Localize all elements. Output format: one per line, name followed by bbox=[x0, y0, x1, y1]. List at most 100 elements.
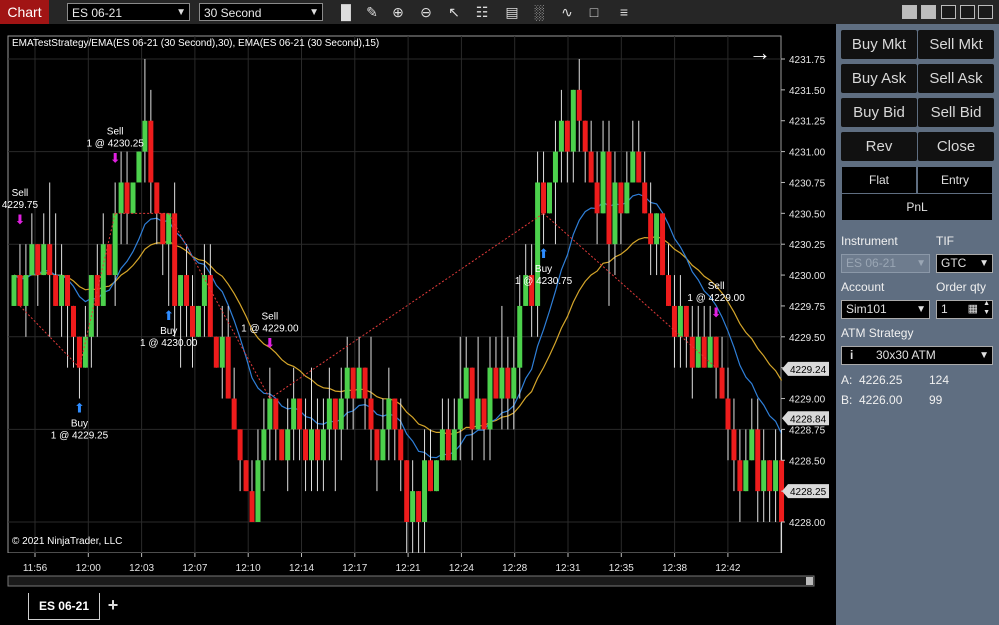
sell-market-button[interactable]: Sell Mkt bbox=[918, 30, 994, 59]
buy-ask-button[interactable]: Buy Ask bbox=[841, 64, 917, 93]
price-tick-label: 4231.50 bbox=[789, 86, 826, 97]
price-tick-label: 4229.75 bbox=[789, 302, 826, 313]
time-tick-label: 11:56 bbox=[23, 563, 48, 574]
candle-body bbox=[154, 182, 160, 214]
candle-body bbox=[172, 213, 178, 306]
indicators-icon[interactable]: ░ bbox=[529, 3, 549, 21]
price-tick-label: 4230.00 bbox=[789, 271, 826, 282]
sell-signal-label: Sell bbox=[262, 312, 279, 323]
calculator-icon[interactable]: ▦ bbox=[968, 301, 978, 318]
bid-size: 99 bbox=[929, 393, 943, 407]
atm-strategy-select[interactable]: i 30x30 ATM ▼ bbox=[841, 346, 993, 365]
instrument-selector[interactable]: ES 06-21 ▼ bbox=[67, 3, 190, 21]
horizontal-scrollbar[interactable] bbox=[7, 575, 815, 587]
strategies-icon[interactable]: ∿ bbox=[557, 3, 577, 21]
sell-signal-price: 1 @ 4230.25 bbox=[86, 138, 144, 149]
sell-signal-price: 1 @ 4229.00 bbox=[241, 324, 299, 335]
candle-body bbox=[725, 398, 731, 430]
price-tick-label: 4230.50 bbox=[789, 209, 826, 220]
time-tick-label: 12:42 bbox=[715, 563, 740, 574]
candle-body bbox=[320, 429, 326, 461]
sell-arrow-icon: ⬇ bbox=[110, 150, 121, 165]
candle-body bbox=[267, 398, 273, 430]
candle-body bbox=[207, 275, 213, 337]
buy-market-button[interactable]: Buy Mkt bbox=[841, 30, 917, 59]
candle-body bbox=[94, 275, 100, 306]
account-select[interactable]: Sim101 ▼ bbox=[841, 300, 930, 319]
price-marker-label: 4228.84 bbox=[790, 414, 827, 425]
candle-body bbox=[285, 429, 291, 461]
group-window-icon[interactable] bbox=[921, 5, 936, 19]
candle-body bbox=[35, 244, 41, 276]
zoom-out-icon[interactable]: ⊖ bbox=[416, 3, 436, 21]
scrollbar-thumb[interactable] bbox=[806, 577, 813, 585]
interval-selector[interactable]: 30 Second ▼ bbox=[199, 3, 323, 21]
candle-body bbox=[326, 398, 332, 430]
price-tick-label: 4228.50 bbox=[789, 456, 826, 467]
time-tick-label: 12:14 bbox=[289, 563, 314, 574]
candle-body bbox=[445, 429, 451, 461]
time-tick-label: 12:17 bbox=[342, 563, 367, 574]
price-chart[interactable]: ⬇Sell4229.75⬆Buy1 @ 4229.25⬇Sell1 @ 4230… bbox=[0, 24, 836, 591]
candle-body bbox=[767, 460, 773, 492]
buy-signal-price: 1 @ 4229.25 bbox=[51, 431, 109, 442]
candle-body bbox=[648, 213, 654, 245]
price-tick-label: 4228.75 bbox=[789, 425, 826, 436]
candle-body bbox=[404, 460, 410, 522]
buy-signal-label: Buy bbox=[160, 326, 177, 337]
zoom-in-icon[interactable]: ⊕ bbox=[388, 3, 408, 21]
chart-panel[interactable]: ⬇ Sell 4229.75 ⬆ Buy 1 @ 4229.25 ⬇ Sell 1 @ 4230… bbox=[0, 24, 836, 591]
chart-menu-button[interactable]: Chart bbox=[0, 0, 49, 24]
candle-body bbox=[666, 275, 671, 306]
candle-body bbox=[231, 398, 237, 430]
candle-body bbox=[541, 182, 547, 214]
candle-body bbox=[160, 213, 166, 245]
buy-signal-label: Buy bbox=[71, 419, 88, 430]
buy-bid-button[interactable]: Buy Bid bbox=[841, 98, 917, 127]
price-tick-label: 4231.00 bbox=[789, 148, 826, 159]
candle-body bbox=[671, 305, 677, 337]
sell-signal-price: 4229.75 bbox=[2, 200, 39, 211]
close-icon[interactable] bbox=[978, 5, 993, 19]
candle-body bbox=[713, 336, 719, 368]
scroll-to-latest-arrow-icon[interactable]: → bbox=[749, 40, 771, 65]
candle-body bbox=[410, 491, 416, 522]
info-icon[interactable]: i bbox=[850, 347, 853, 364]
atm-strategy-label: ATM Strategy bbox=[841, 326, 914, 340]
position-status: Flat bbox=[842, 167, 916, 193]
drawing-pencil-icon[interactable]: ✎ bbox=[362, 3, 382, 21]
candle-body bbox=[433, 460, 439, 492]
order-qty-stepper[interactable]: 1 ▦ ▲ ▼ bbox=[936, 300, 993, 319]
tif-select[interactable]: GTC ▼ bbox=[936, 254, 993, 273]
templates-icon[interactable]: ▤ bbox=[502, 3, 522, 21]
candle-body bbox=[386, 398, 392, 430]
candle-body bbox=[422, 460, 428, 522]
pointer-icon[interactable]: ↖ bbox=[444, 3, 464, 21]
time-tick-label: 12:38 bbox=[662, 563, 687, 574]
close-position-button[interactable]: Close bbox=[918, 132, 994, 161]
time-tick-label: 12:24 bbox=[449, 563, 474, 574]
account-label: Account bbox=[841, 280, 885, 294]
sell-ask-button[interactable]: Sell Ask bbox=[918, 64, 994, 93]
chart-trader-icon[interactable]: □ bbox=[584, 3, 604, 21]
indicator-label: EMATestStrategy/EMA(ES 06-21 (30 Second)… bbox=[12, 38, 379, 49]
candle-body bbox=[279, 429, 285, 461]
price-tick-label: 4231.75 bbox=[789, 55, 826, 66]
candle-body bbox=[362, 367, 368, 399]
maximize-icon[interactable] bbox=[960, 5, 975, 19]
data-series-icon[interactable]: ≡ bbox=[614, 3, 634, 21]
link-window-icon[interactable] bbox=[902, 5, 917, 19]
minimize-icon[interactable] bbox=[941, 5, 956, 19]
properties-icon[interactable]: ☷ bbox=[472, 3, 492, 21]
candle-body bbox=[47, 244, 53, 276]
reverse-button[interactable]: Rev bbox=[841, 132, 917, 161]
sell-bid-button[interactable]: Sell Bid bbox=[918, 98, 994, 127]
bar-style-icon[interactable]: █ bbox=[336, 3, 356, 21]
candle-body bbox=[606, 151, 612, 245]
candle-body bbox=[392, 398, 398, 430]
stepper-arrows-icon[interactable]: ▲ ▼ bbox=[983, 299, 990, 317]
candle-body bbox=[689, 336, 695, 368]
candle-body bbox=[398, 429, 404, 461]
tab-es-06-21[interactable]: ES 06-21 bbox=[28, 593, 100, 620]
add-tab-icon[interactable]: + bbox=[104, 595, 122, 615]
